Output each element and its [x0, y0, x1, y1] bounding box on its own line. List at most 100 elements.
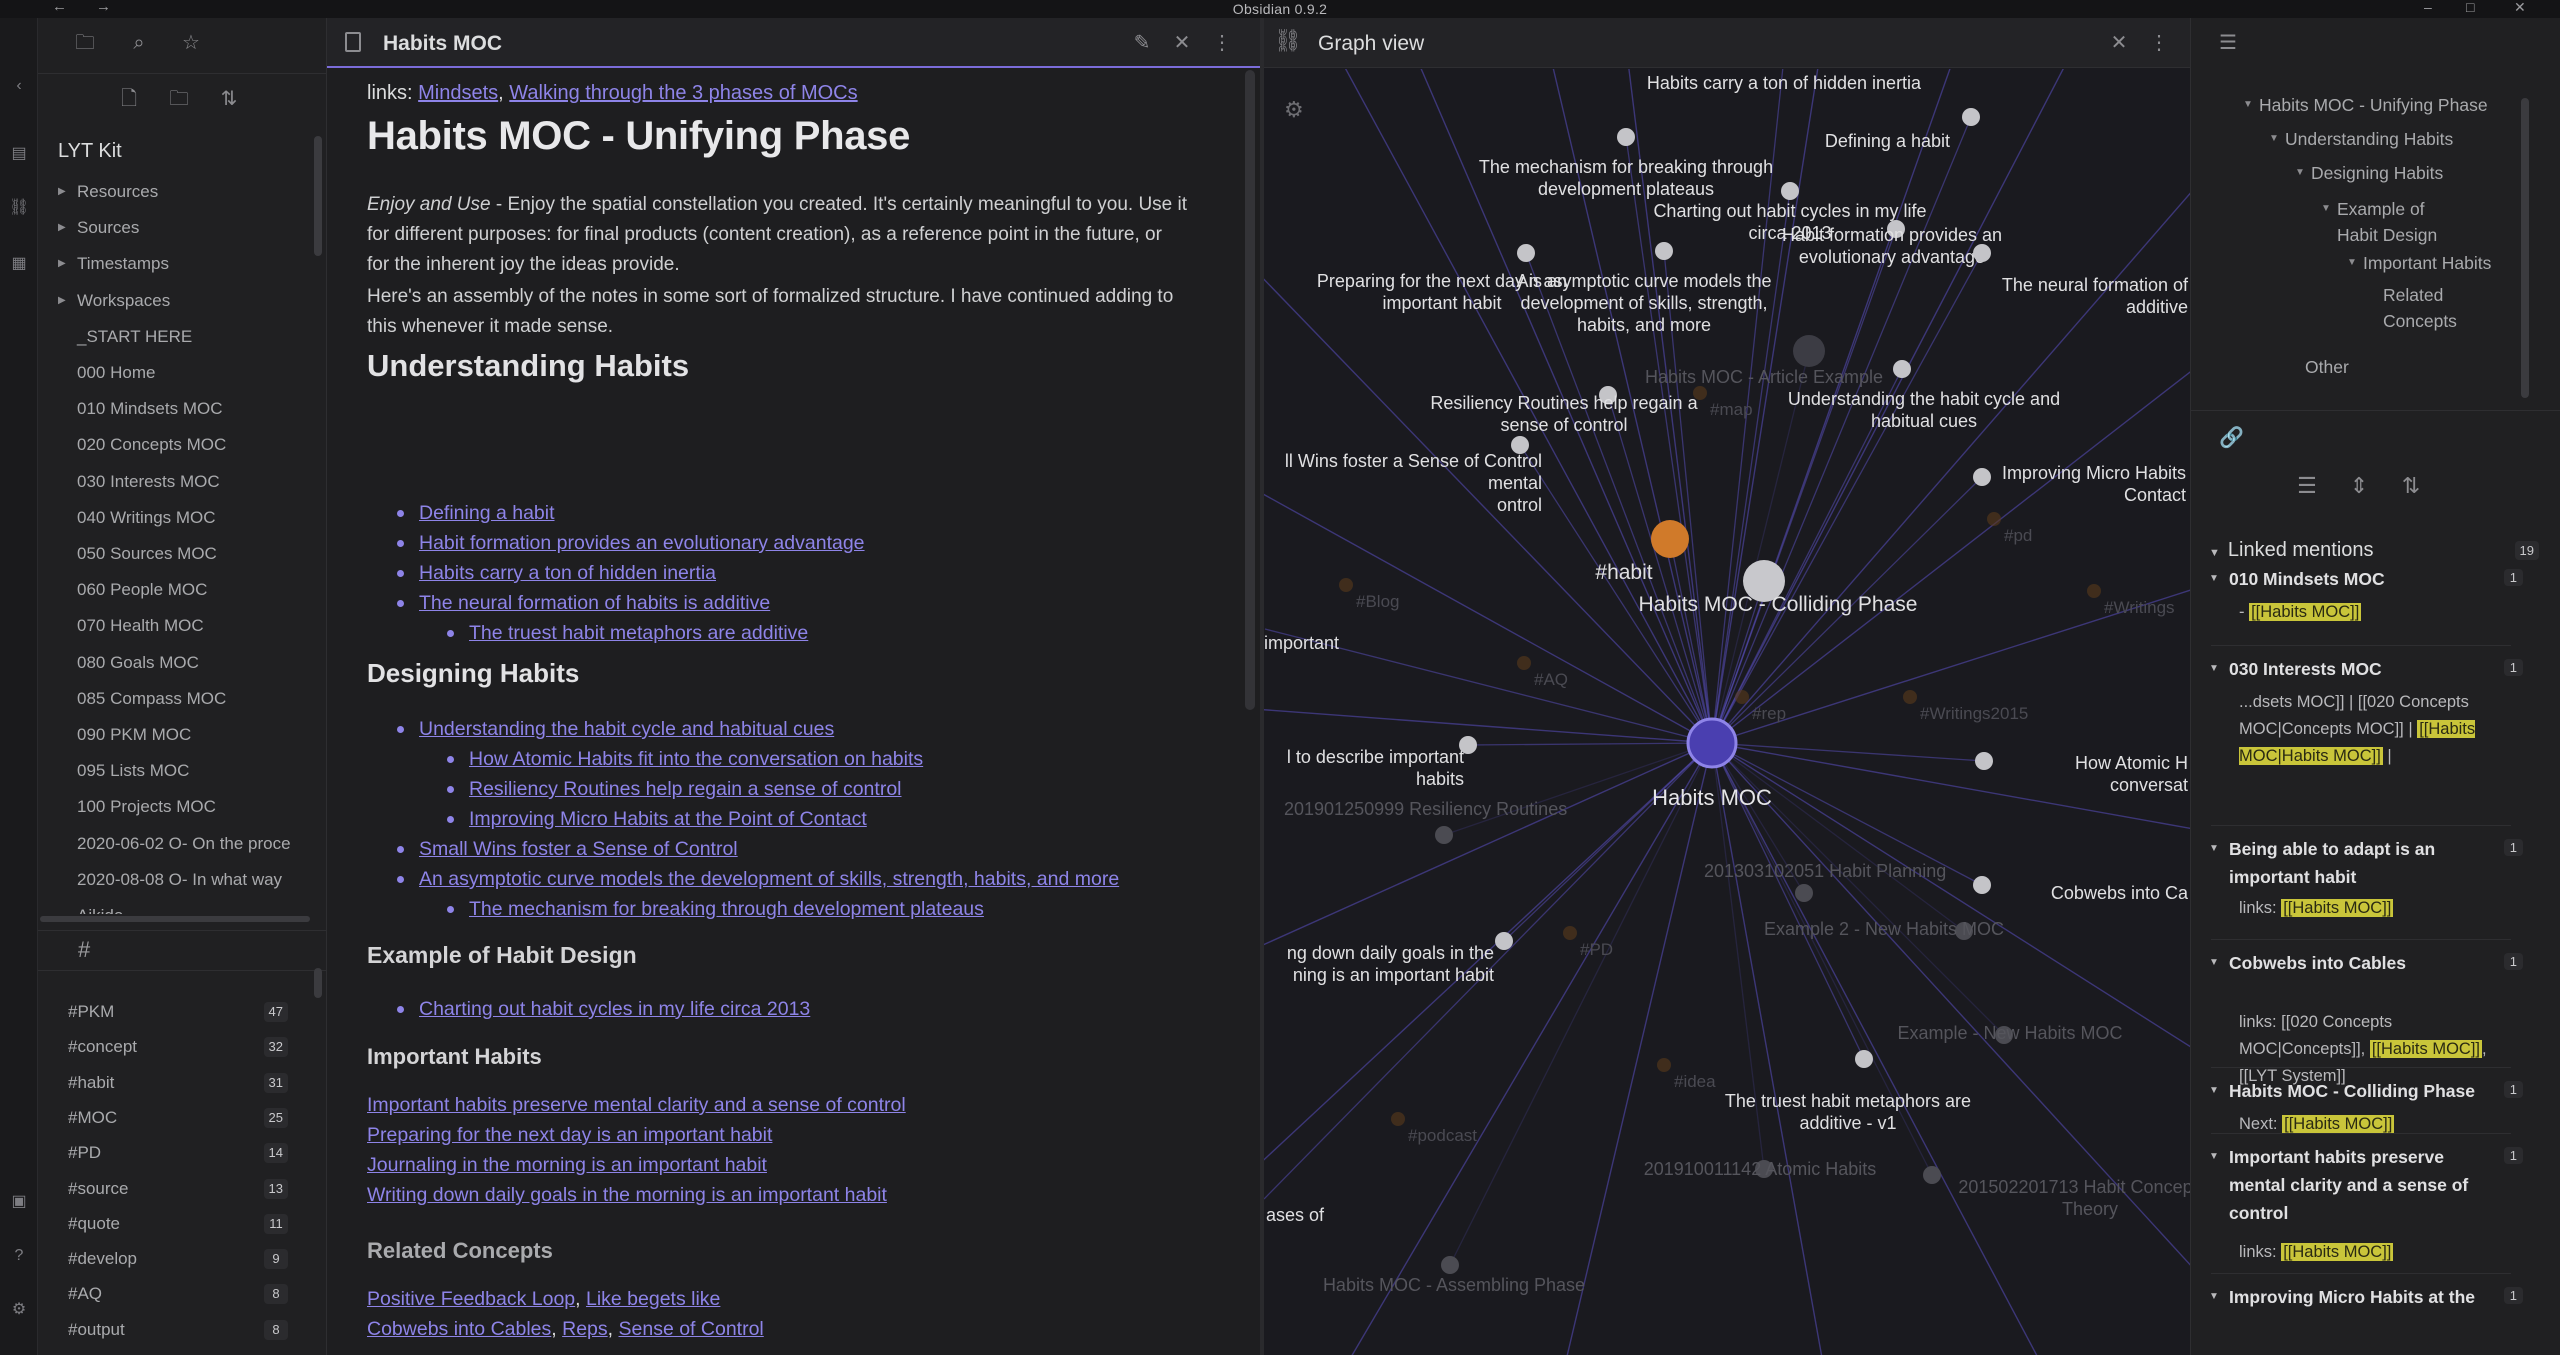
link-phases[interactable]: Walking through the 3 phases of MOCs: [509, 82, 857, 104]
graph-node[interactable]: [1793, 335, 1825, 367]
tag-node[interactable]: [1563, 926, 1577, 940]
chevron-down-icon[interactable]: ▼: [2209, 949, 2219, 977]
file-item[interactable]: 2020-06-02 O- On the proce: [38, 826, 318, 862]
backlink-context[interactable]: - [[Habits MOC]]: [2239, 599, 2499, 626]
tag-row[interactable]: #concept 32: [38, 1030, 288, 1064]
starred-tab-icon[interactable]: ☆: [178, 30, 204, 56]
folder-item[interactable]: ▶ Timestamps: [38, 246, 318, 282]
graph-node[interactable]: [1973, 468, 1991, 486]
graph-node[interactable]: [1781, 182, 1799, 200]
list-item[interactable]: Defining a habit: [397, 498, 555, 528]
file-item[interactable]: 085 Compass MOC: [38, 681, 318, 717]
backlink-title[interactable]: ▼ Important habits preserve mental clarit…: [2209, 1143, 2479, 1227]
show-context-icon[interactable]: ⇕: [2345, 473, 2373, 499]
graph-node[interactable]: [1973, 244, 1991, 262]
graph-node[interactable]: [1855, 1050, 1873, 1068]
outline-item[interactable]: ▼ Habits MOC - Unifying Phase: [2243, 92, 2488, 118]
tag-row[interactable]: #AQ 8: [38, 1277, 288, 1311]
list-item[interactable]: The neural formation of habits is additi…: [397, 588, 770, 618]
outline-item[interactable]: Related Concepts: [2383, 282, 2493, 334]
new-folder-icon[interactable]: 🗀: [166, 86, 192, 112]
tag-node[interactable]: [1987, 512, 2001, 526]
tag-row[interactable]: #habit 31: [38, 1066, 288, 1100]
backlink-context[interactable]: links: [[Habits MOC]]: [2239, 1239, 2499, 1266]
file-tree-hscrollbar[interactable]: [40, 916, 310, 922]
link-cobwebs[interactable]: Cobwebs into Cables: [367, 1318, 551, 1340]
chevron-down-icon[interactable]: ▼: [2321, 196, 2331, 222]
graph-node[interactable]: [1973, 876, 1991, 894]
backlink-title[interactable]: ▼ Cobwebs into Cables: [2209, 949, 2479, 977]
tag-row[interactable]: #fave7: [38, 1348, 288, 1355]
link-mindsets[interactable]: Mindsets: [418, 82, 498, 104]
chevron-down-icon[interactable]: ▼: [2209, 1143, 2219, 1171]
folder-item[interactable]: ▶ Workspaces: [38, 283, 318, 319]
help-icon[interactable]: ?: [9, 1246, 29, 1266]
outline-icon[interactable]: ☰: [2219, 30, 2237, 55]
backlink-title[interactable]: ▼ Habits MOC - Colliding Phase: [2209, 1077, 2479, 1105]
tag-row[interactable]: #output 8: [38, 1313, 288, 1347]
file-item[interactable]: 2020-08-08 O- In what way: [38, 862, 318, 898]
settings-icon[interactable]: ⚙: [9, 1300, 29, 1320]
tag-node[interactable]: [1517, 656, 1531, 670]
important-item[interactable]: Writing down daily goals in the morning …: [367, 1184, 887, 1207]
understanding-link[interactable]: The neural formation of habits is additi…: [419, 592, 770, 614]
tag-node[interactable]: [1657, 1058, 1671, 1072]
backlink-title[interactable]: ▼ Improving Micro Habits at the: [2209, 1283, 2479, 1311]
tag-row[interactable]: #develop 9: [38, 1242, 288, 1276]
graph-node[interactable]: [1893, 360, 1911, 378]
graph-node[interactable]: [1435, 826, 1453, 844]
chevron-right-icon[interactable]: ▶: [58, 246, 66, 282]
chevron-down-icon[interactable]: ▼: [2295, 160, 2305, 186]
tag-node[interactable]: [2087, 584, 2101, 598]
file-item[interactable]: 070 Health MOC: [38, 608, 318, 644]
graph-node[interactable]: [1495, 932, 1513, 950]
file-item[interactable]: 080 Goals MOC: [38, 645, 318, 681]
chevron-down-icon[interactable]: ▼: [2209, 835, 2219, 863]
file-item[interactable]: 000 Home: [38, 355, 318, 391]
graph-settings-icon[interactable]: ⚙: [1284, 97, 1304, 123]
file-item[interactable]: 020 Concepts MOC: [38, 427, 318, 463]
sort-icon[interactable]: ⇅: [216, 86, 242, 112]
link-charting[interactable]: Charting out habit cycles in my life cir…: [419, 998, 810, 1020]
file-item[interactable]: 095 Lists MOC: [38, 753, 318, 789]
link-like-begets[interactable]: Like begets like: [586, 1288, 720, 1310]
tag-node[interactable]: [1339, 578, 1353, 592]
chevron-down-icon[interactable]: ▼: [2243, 92, 2253, 118]
important-item[interactable]: Journaling in the morning is an importan…: [367, 1154, 767, 1177]
list-item[interactable]: Small Wins foster a Sense of Control: [397, 834, 738, 864]
chevron-down-icon[interactable]: ▼: [2209, 655, 2219, 683]
collapse-left-icon[interactable]: ‹: [9, 76, 29, 96]
important-link[interactable]: Journaling in the morning is an importan…: [367, 1154, 767, 1176]
tag-pane-icon[interactable]: #: [78, 937, 90, 963]
file-explorer-tab-icon[interactable]: 🗀: [72, 30, 98, 56]
list-item[interactable]: Resiliency Routines help regain a sense …: [447, 774, 902, 804]
graph-more-icon[interactable]: ⋮: [2146, 30, 2172, 55]
tag-node[interactable]: [1735, 690, 1749, 704]
list-item[interactable]: Habit formation provides an evolutionary…: [397, 528, 865, 558]
chevron-down-icon[interactable]: ▼: [2209, 1283, 2219, 1311]
backlink-title[interactable]: ▼ 010 Mindsets MOC: [2209, 565, 2479, 593]
chevron-right-icon[interactable]: ▶: [58, 174, 66, 210]
file-tree-scrollbar[interactable]: [314, 136, 322, 256]
designing-sub-link[interactable]: Improving Micro Habits at the Point of C…: [469, 808, 867, 830]
designing-sub-link[interactable]: Resiliency Routines help regain a sense …: [469, 778, 902, 800]
list-item[interactable]: Habits carry a ton of hidden inertia: [397, 558, 716, 588]
link-positive-feedback[interactable]: Positive Feedback Loop: [367, 1288, 575, 1310]
vault-icon[interactable]: ▣: [9, 1192, 29, 1212]
graph-node[interactable]: [1617, 128, 1635, 146]
graph-node[interactable]: [1975, 752, 1993, 770]
folder-item[interactable]: ▶ Resources: [38, 174, 318, 210]
file-item[interactable]: 040 Writings MOC: [38, 500, 318, 536]
search-tab-icon[interactable]: ⌕: [126, 30, 152, 56]
backlink-context[interactable]: links: [[Habits MOC]]: [2239, 895, 2499, 922]
link-truest-metaphors[interactable]: The truest habit metaphors are additive: [469, 622, 808, 644]
outline-scrollbar[interactable]: [2521, 98, 2529, 398]
link-reps[interactable]: Reps: [562, 1318, 608, 1340]
understanding-link[interactable]: Defining a habit: [419, 502, 555, 524]
chevron-down-icon[interactable]: ▼: [2209, 565, 2219, 593]
important-item[interactable]: Preparing for the next day is an importa…: [367, 1124, 772, 1147]
edit-icon[interactable]: ✎: [1129, 30, 1155, 55]
backlink-context[interactable]: ...dsets MOC]] | [[020 Concepts MOC|Conc…: [2239, 689, 2499, 770]
list-item[interactable]: Improving Micro Habits at the Point of C…: [447, 804, 867, 834]
tag-node[interactable]: [1391, 1112, 1405, 1126]
